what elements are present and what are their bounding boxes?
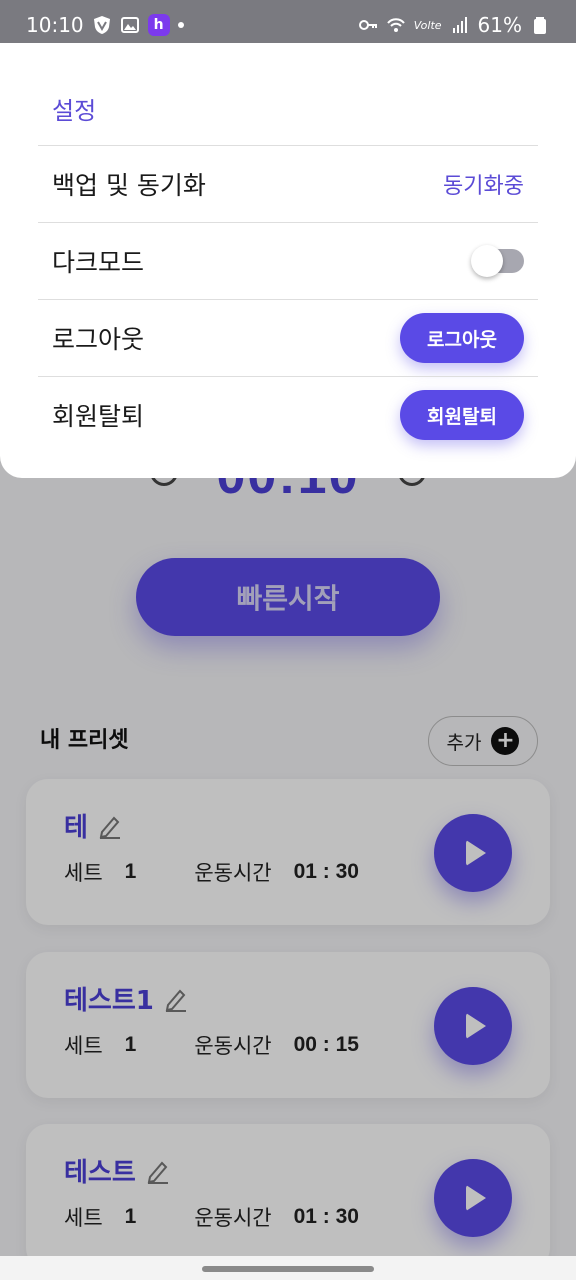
clock: 10:10 [26, 13, 84, 37]
volte-indicator: Volte [413, 18, 442, 32]
dark-mode-toggle[interactable] [471, 245, 524, 277]
settings-title: 설정 [52, 97, 97, 125]
battery-percent: 61% [477, 13, 522, 37]
key-icon [358, 20, 377, 30]
signal-icon [452, 17, 467, 33]
home-handle[interactable] [202, 1266, 374, 1272]
battery-icon [534, 17, 546, 34]
logout-label: 로그아웃 [52, 325, 145, 354]
more-notifications-dot [177, 22, 184, 28]
wifi-icon [387, 18, 405, 32]
toggle-knob [471, 245, 503, 277]
logout-button[interactable]: 로그아웃 [400, 313, 524, 363]
withdraw-row: 회원탈퇴 회원탈퇴 [38, 376, 538, 453]
settings-sheet: 설정 백업 및 동기화 동기화중 다크모드 로그아웃 로그아웃 회원탈퇴 회원탈… [0, 43, 576, 478]
withdraw-button[interactable]: 회원탈퇴 [400, 390, 524, 440]
backup-sync-row[interactable]: 백업 및 동기화 동기화중 [38, 145, 538, 222]
dark-mode-row: 다크모드 [38, 222, 538, 299]
app-notification-icon: h [147, 14, 170, 36]
backup-sync-label: 백업 및 동기화 [52, 171, 206, 200]
dark-mode-label: 다크모드 [52, 248, 145, 277]
logout-row: 로그아웃 로그아웃 [38, 299, 538, 376]
shield-icon [93, 16, 110, 34]
sync-status: 동기화중 [443, 174, 524, 199]
withdraw-label: 회원탈퇴 [52, 402, 145, 431]
gallery-icon [120, 17, 139, 33]
navigation-bar [0, 1256, 576, 1280]
status-bar: 10:10 h Volte 61% [0, 0, 576, 50]
